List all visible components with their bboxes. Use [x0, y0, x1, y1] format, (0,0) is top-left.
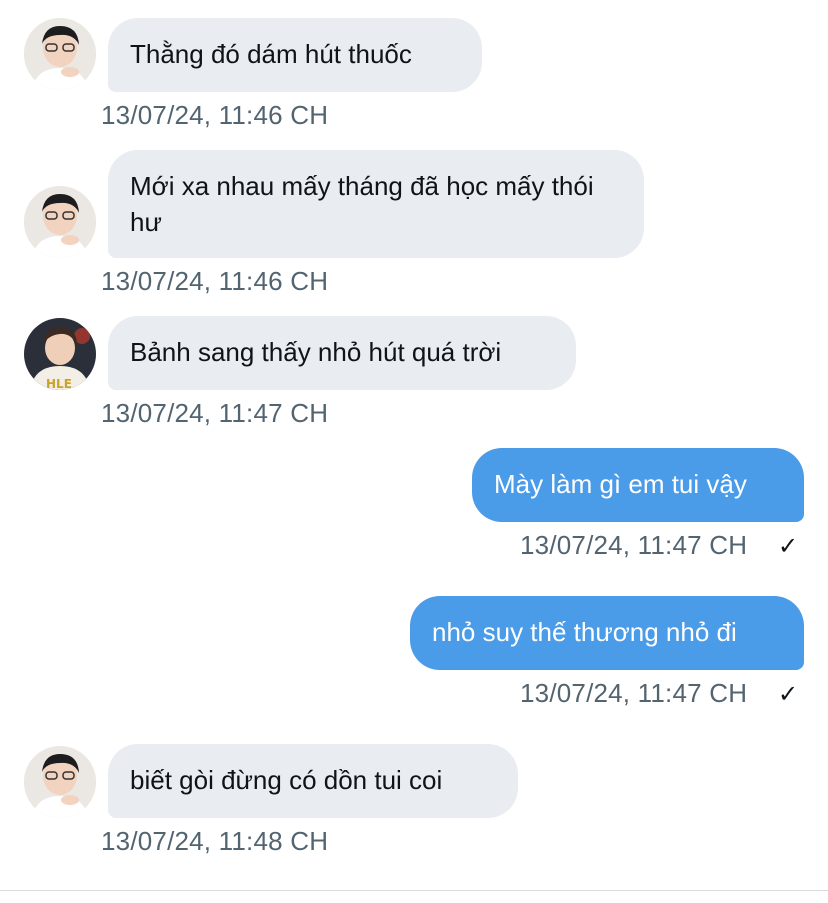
message-bubble-incoming[interactable]: biết gòi đừng có dồn tui coi [108, 744, 518, 818]
message-text: Mới xa nhau mấy tháng đã học mấy thói hư [130, 171, 594, 237]
sender-avatar[interactable]: HLE [24, 318, 96, 390]
sender-avatar[interactable] [24, 18, 96, 90]
message-timestamp: 13/07/24, 11:48 CH [101, 826, 329, 856]
message-timestamp: 13/07/24, 11:47 CH [101, 398, 329, 428]
message-bubble-incoming[interactable]: Bảnh sang thấy nhỏ hút quá trời [108, 316, 576, 390]
check-icon: ✓ [778, 681, 799, 708]
divider [0, 890, 828, 891]
message-timestamp: 13/07/24, 11:47 CH [520, 678, 748, 708]
sender-avatar[interactable] [24, 186, 96, 258]
avatar-user-b-icon: HLE [24, 318, 96, 390]
avatar-user-a-icon [24, 186, 96, 258]
svg-text:HLE: HLE [46, 377, 72, 390]
avatar-user-a-icon [24, 746, 96, 818]
sender-avatar[interactable] [24, 746, 96, 818]
message-text: nhỏ suy thế thương nhỏ đi [432, 617, 737, 647]
message-timestamp: 13/07/24, 11:47 CH [520, 530, 748, 560]
chat-screen: { "conversation": { "messages": [ {"dire… [0, 0, 828, 903]
message-bubble-outgoing[interactable]: Mày làm gì em tui vậy [472, 448, 804, 522]
message-timestamp: 13/07/24, 11:46 CH [101, 100, 329, 130]
message-bubble-incoming[interactable]: Thằng đó dám hút thuốc [108, 18, 482, 92]
message-bubble-outgoing[interactable]: nhỏ suy thế thương nhỏ đi [410, 596, 804, 670]
message-text: biết gòi đừng có dồn tui coi [130, 765, 443, 795]
message-text: Bảnh sang thấy nhỏ hút quá trời [130, 337, 502, 367]
message-text: Mày làm gì em tui vậy [494, 469, 747, 499]
message-bubble-incoming[interactable]: Mới xa nhau mấy tháng đã học mấy thói hư [108, 150, 644, 258]
check-icon: ✓ [778, 533, 799, 560]
message-text: Thằng đó dám hút thuốc [130, 39, 412, 69]
message-timestamp: 13/07/24, 11:46 CH [101, 266, 329, 296]
avatar-user-a-icon [24, 18, 96, 90]
